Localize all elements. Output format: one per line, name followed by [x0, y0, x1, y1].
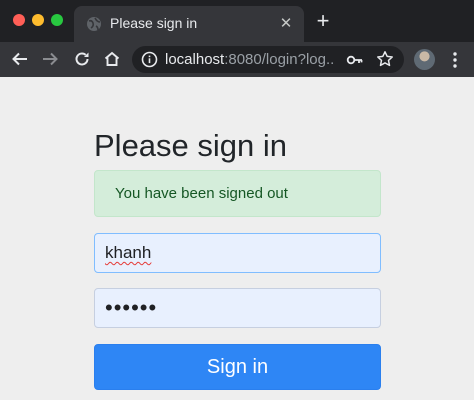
page-content: Please sign in You have been signed out … [0, 77, 474, 400]
password-field[interactable]: •••••• [94, 288, 381, 328]
info-icon[interactable] [141, 51, 158, 68]
url-path: :8080/login?log... [224, 51, 335, 68]
home-icon[interactable] [102, 49, 122, 69]
new-tab-button[interactable]: + [313, 10, 333, 32]
username-field[interactable]: khanh [94, 233, 381, 273]
arrow-left-icon[interactable] [10, 49, 30, 69]
globe-icon [86, 16, 102, 32]
browser-tabstrip: Please sign in ✕ + [0, 0, 474, 42]
key-icon[interactable] [346, 51, 364, 69]
alert-message: You have been signed out [115, 185, 288, 202]
reload-icon[interactable] [72, 49, 92, 69]
tab-close-icon[interactable]: ✕ [278, 16, 294, 32]
page-title: Please sign in [94, 128, 288, 163]
window-zoom-button[interactable] [51, 14, 63, 26]
more-vertical-icon[interactable] [452, 51, 458, 69]
sign-in-button[interactable]: Sign in [94, 344, 381, 390]
tab-title: Please sign in [110, 15, 198, 31]
username-value: khanh [105, 243, 152, 262]
window-close-button[interactable] [13, 14, 25, 26]
window-minimize-button[interactable] [32, 14, 44, 26]
url-text[interactable]: localhost:8080/login?log... [165, 51, 335, 68]
url-host: localhost [165, 51, 225, 68]
signed-out-alert: You have been signed out [94, 170, 381, 217]
browser-toolbar: localhost:8080/login?log... [0, 42, 474, 77]
address-bar[interactable]: localhost:8080/login?log... [132, 46, 404, 73]
profile-avatar[interactable] [414, 49, 435, 70]
password-value: •••••• [105, 295, 158, 320]
arrow-right-icon[interactable] [40, 49, 60, 69]
browser-tab[interactable]: Please sign in ✕ [74, 6, 304, 42]
star-icon[interactable] [376, 50, 394, 68]
